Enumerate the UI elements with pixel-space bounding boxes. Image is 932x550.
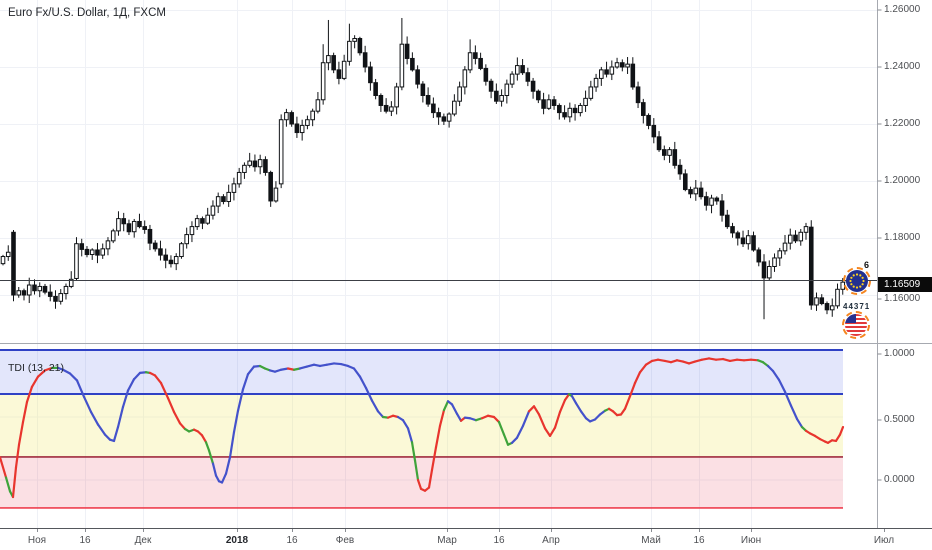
time-tick-label: 16 <box>286 535 298 546</box>
indicator-tick-label: 0.0000 <box>884 474 915 485</box>
price-tick-label: 1.16000 <box>884 293 921 304</box>
time-tick-label: 2018 <box>225 535 249 546</box>
time-tick-label: Ноя <box>27 535 47 546</box>
symbol-title[interactable]: Euro Fx/U.S. Dollar, 1Д, FXCM <box>8 7 166 19</box>
time-tick-label: Дек <box>134 535 152 546</box>
price-tick-label: 1.24000 <box>884 61 921 72</box>
time-tick-label: 16 <box>79 535 91 546</box>
indicator-tick-label: 1.0000 <box>884 348 915 359</box>
time-tick-label: Апр <box>542 535 560 546</box>
eu-event-ring-icon[interactable] <box>843 267 871 295</box>
last-price-badge: 1.16509 <box>878 277 932 292</box>
time-tick-label: Фев <box>335 535 355 546</box>
price-tick-label: 1.18000 <box>884 232 921 243</box>
chart-canvas[interactable] <box>0 0 932 550</box>
trading-chart-window: Euro Fx/U.S. Dollar, 1Д, FXCM TDI (13, 2… <box>0 0 932 550</box>
us-event-ring-icon[interactable] <box>842 311 870 339</box>
eu-event-count: 6 <box>864 260 870 270</box>
time-tick-label: Мар <box>437 535 457 546</box>
time-tick-label: Июл <box>873 535 895 546</box>
time-tick-label: 16 <box>693 535 705 546</box>
indicator-tick-label: 0.5000 <box>884 414 915 425</box>
us-event-count: 44371 <box>843 302 871 311</box>
indicator-label[interactable]: TDI (13, 21) <box>8 362 64 374</box>
tdi-bands <box>0 348 843 509</box>
candlestick-series <box>0 17 851 320</box>
axis-panel-bg <box>877 0 932 550</box>
price-tick-label: 1.22000 <box>884 118 921 129</box>
time-tick-label: Июн <box>740 535 762 546</box>
price-tick-label: 1.20000 <box>884 175 921 186</box>
time-tick-label: Май <box>641 535 661 546</box>
price-tick-label: 1.26000 <box>884 4 921 15</box>
time-tick-label: 16 <box>493 535 505 546</box>
